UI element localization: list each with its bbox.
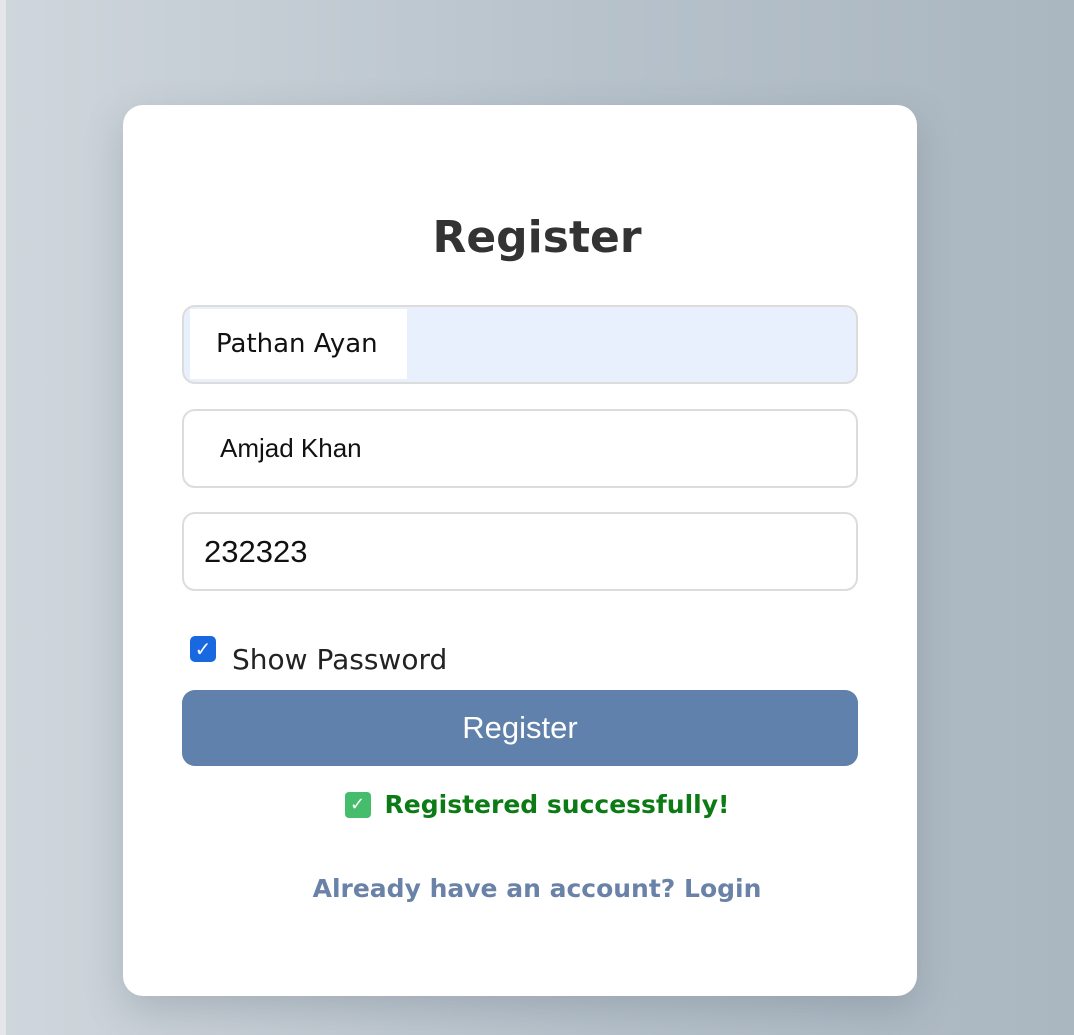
show-password-checkbox[interactable]: ✓ [190, 635, 216, 662]
check-icon: ✓ [194, 636, 212, 661]
name-field[interactable]: Pathan Ayan [182, 305, 858, 384]
register-button[interactable]: Register [182, 690, 858, 766]
login-link[interactable]: Already have an account? Login [0, 874, 1074, 903]
page-title: Register [432, 212, 642, 263]
name-field-value: Pathan Ayan [190, 309, 407, 379]
success-text: Registered successfully! [384, 790, 730, 819]
show-password-label: Show Password [232, 643, 448, 676]
second-name-field[interactable] [182, 409, 858, 488]
check-mark-button-icon: ✓ [344, 791, 371, 818]
password-field[interactable] [182, 512, 858, 591]
show-password-toggle[interactable]: ✓ Show Password [190, 621, 447, 676]
success-message: ✓ Registered successfully! [0, 790, 1074, 819]
